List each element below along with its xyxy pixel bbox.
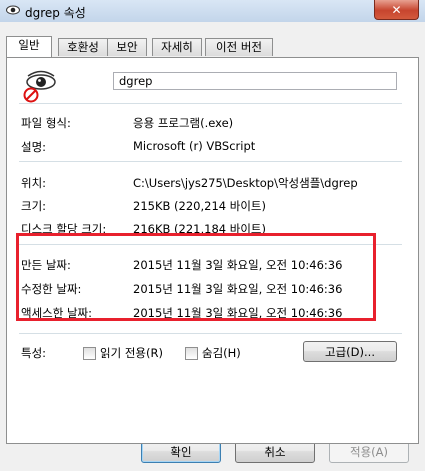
separator <box>19 161 402 162</box>
file-eye-icon <box>23 70 56 103</box>
general-panel: 파일 형식: 응용 프로그램(.exe) 설명: Microsoft (r) V… <box>6 57 419 444</box>
title-bar[interactable]: dgrep 속성 ✕ <box>0 0 425 22</box>
tab-security[interactable]: 보안 <box>107 38 147 56</box>
size-value: 215KB (220,214 바이트) <box>133 199 266 213</box>
close-button[interactable]: ✕ <box>374 0 419 20</box>
description-label: 설명: <box>21 140 47 154</box>
size-label: 크기: <box>21 199 47 213</box>
readonly-label: 읽기 전용(R) <box>100 346 163 360</box>
created-value: 2015년 11월 3일 화요일, 오전 10:46:36 <box>133 258 343 272</box>
tab-previous-versions[interactable]: 이전 버전 <box>205 38 273 56</box>
separator <box>19 244 402 245</box>
advanced-button[interactable]: 고급(D)... <box>303 341 397 362</box>
size-on-disk-label: 디스크 할당 크기: <box>21 222 107 236</box>
file-type-label: 파일 형식: <box>21 116 71 130</box>
location-label: 위치: <box>21 176 47 190</box>
file-name-input[interactable] <box>113 72 397 90</box>
hidden-checkbox[interactable]: 숨김(H) <box>185 345 241 361</box>
tab-general[interactable]: 일반 <box>6 36 52 57</box>
tab-details[interactable]: 자세히 <box>152 38 202 56</box>
checkbox-box[interactable] <box>83 346 96 360</box>
separator <box>19 333 402 334</box>
modified-value: 2015년 11월 3일 화요일, 오전 10:46:36 <box>133 282 343 296</box>
checkbox-box[interactable] <box>185 346 198 360</box>
close-icon: ✕ <box>391 2 402 17</box>
app-icon <box>6 5 20 15</box>
separator <box>19 103 402 104</box>
accessed-value: 2015년 11월 3일 화요일, 오전 10:46:36 <box>133 306 343 320</box>
window-title: dgrep 속성 <box>25 6 86 20</box>
modified-label: 수정한 날짜: <box>21 282 82 296</box>
dialog-body: 일반 호환성 보안 자세히 이전 버전 파일 형식: 응용 프로그램(.exe)… <box>0 22 425 471</box>
accessed-label: 액세스한 날짜: <box>21 306 93 320</box>
readonly-checkbox[interactable]: 읽기 전용(R) <box>83 345 163 361</box>
tab-compatibility[interactable]: 호환성 <box>58 38 108 56</box>
file-type-value: 응용 프로그램(.exe) <box>133 116 234 130</box>
created-label: 만든 날짜: <box>21 258 71 272</box>
attributes-label: 특성: <box>21 346 47 360</box>
hidden-label: 숨김(H) <box>202 346 241 360</box>
location-value: C:\Users\jys275\Desktop\악성샘플\dgrep <box>133 176 358 190</box>
description-value: Microsoft (r) VBScript <box>133 139 256 153</box>
size-on-disk-value: 216KB (221,184 바이트) <box>133 222 266 236</box>
